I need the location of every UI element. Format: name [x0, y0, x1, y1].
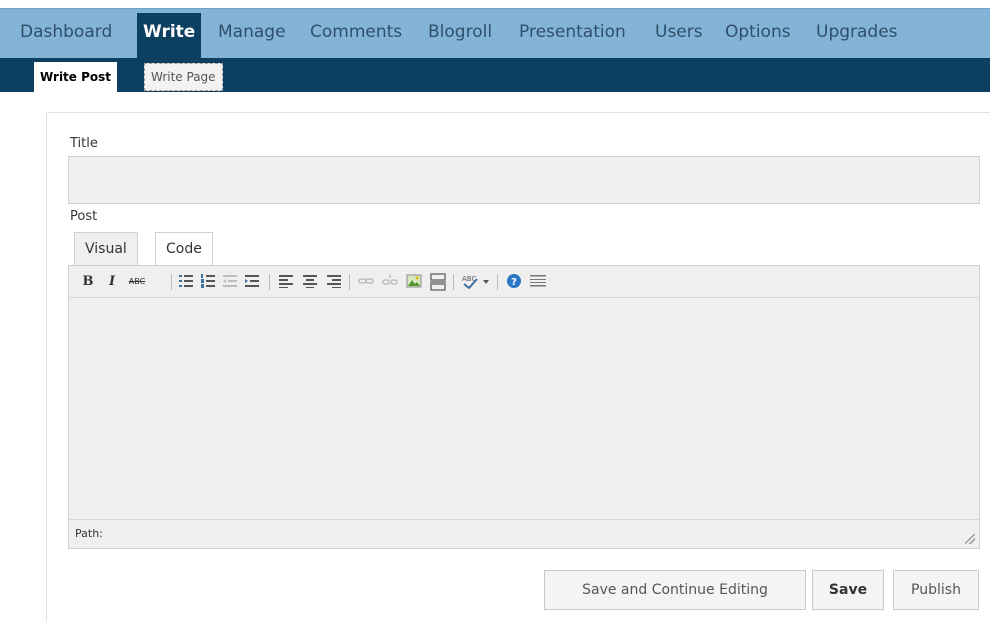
tab-visual[interactable]: Visual — [74, 232, 138, 265]
spellcheck-icon[interactable]: ABC — [461, 273, 491, 291]
align-center-icon[interactable] — [301, 273, 319, 291]
toolbar-separator — [269, 274, 270, 290]
menu-item-dashboard[interactable]: Dashboard — [14, 13, 118, 51]
toolbar-separator — [349, 274, 350, 290]
menu-item-comments[interactable]: Comments — [304, 13, 408, 51]
path-label: Path: — [75, 527, 103, 540]
indent-icon[interactable] — [243, 273, 261, 291]
toolbar-separator — [497, 274, 498, 290]
resize-handle-icon[interactable] — [965, 534, 975, 544]
post-label: Post — [70, 209, 98, 224]
more-icon[interactable] — [529, 273, 547, 291]
sub-menu: Write Post Write Page — [0, 58, 990, 92]
unlink-icon[interactable] — [381, 273, 399, 291]
submenu-write-post[interactable]: Write Post — [34, 62, 118, 92]
italic-icon[interactable]: I — [103, 273, 121, 291]
align-left-icon[interactable] — [277, 273, 295, 291]
help-icon[interactable]: ? — [505, 273, 523, 291]
bulleted-list-icon[interactable] — [177, 273, 195, 291]
menu-item-blogroll[interactable]: Blogroll — [422, 13, 498, 51]
menu-item-write[interactable]: Write — [137, 13, 202, 59]
page-break-icon[interactable] — [429, 273, 447, 291]
align-right-icon[interactable] — [325, 273, 343, 291]
bold-icon[interactable]: B — [79, 273, 97, 291]
publish-button[interactable]: Publish — [893, 570, 979, 610]
menu-item-users[interactable]: Users — [649, 13, 709, 51]
admin-menu: Dashboard Write Manage Comments Blogroll… — [0, 8, 990, 59]
post-editor: B I ABC ABC ? Path: — [68, 265, 980, 549]
top-strip — [0, 0, 990, 8]
menu-item-options[interactable]: Options — [719, 13, 797, 51]
tab-code[interactable]: Code — [155, 232, 213, 265]
title-label: Title — [70, 136, 98, 151]
strikethrough-icon[interactable]: ABC — [125, 273, 149, 291]
editor-content-area[interactable] — [69, 298, 979, 520]
editor-toolbar: B I ABC ABC ? — [69, 266, 979, 298]
svg-text:?: ? — [511, 277, 517, 288]
image-icon[interactable] — [405, 273, 423, 291]
toolbar-separator — [171, 274, 172, 290]
menu-item-presentation[interactable]: Presentation — [513, 13, 632, 51]
title-input[interactable] — [68, 156, 980, 204]
numbered-list-icon[interactable] — [199, 273, 217, 291]
save-button[interactable]: Save — [812, 570, 884, 610]
save-and-continue-button[interactable]: Save and Continue Editing — [544, 570, 806, 610]
submenu-write-page[interactable]: Write Page — [144, 63, 223, 91]
toolbar-separator — [453, 274, 454, 290]
outdent-icon[interactable] — [221, 273, 239, 291]
menu-item-upgrades[interactable]: Upgrades — [810, 13, 904, 51]
link-icon[interactable] — [357, 273, 375, 291]
menu-item-manage[interactable]: Manage — [212, 13, 292, 51]
editor-path-bar: Path: — [69, 520, 979, 548]
